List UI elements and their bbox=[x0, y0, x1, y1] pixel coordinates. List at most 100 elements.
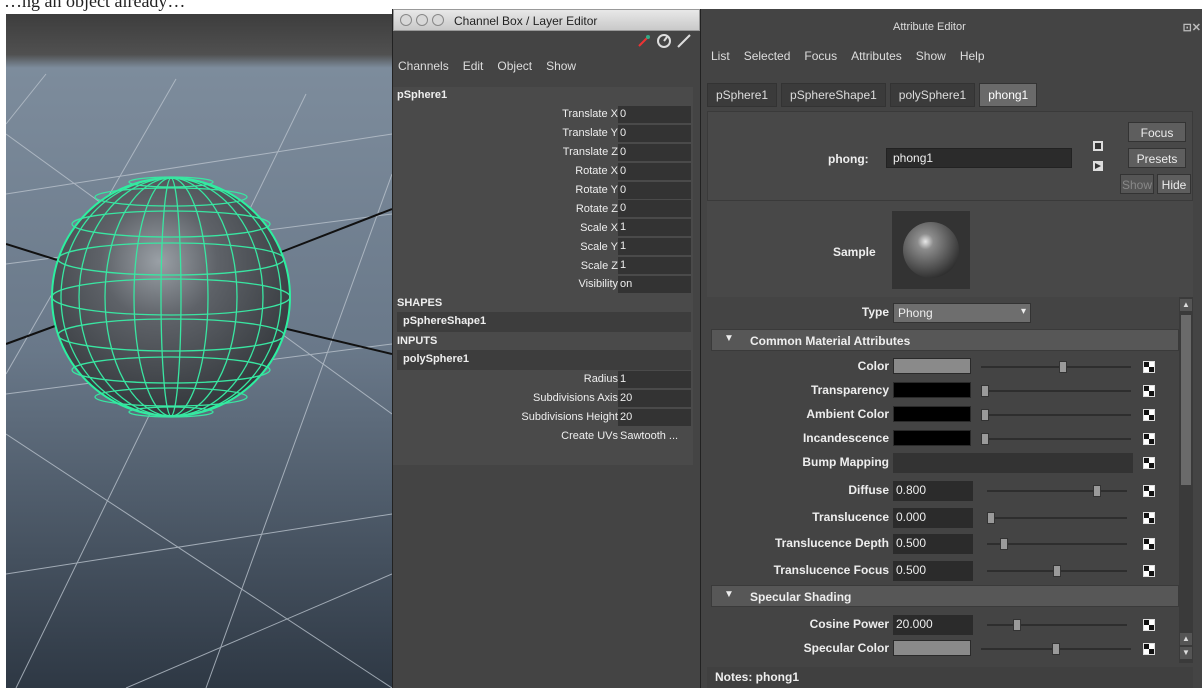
map-button-icon[interactable] bbox=[1143, 643, 1155, 655]
channel-row[interactable]: Radius 1 bbox=[393, 370, 693, 389]
channel-value[interactable]: 20 bbox=[618, 389, 691, 407]
attribute-slider[interactable] bbox=[987, 511, 1127, 524]
tab-phong1[interactable]: phong1 bbox=[979, 83, 1038, 107]
channel-box-titlebar[interactable]: Channel Box / Layer Editor bbox=[393, 9, 700, 31]
color-swatch[interactable] bbox=[893, 406, 971, 422]
channel-row[interactable]: Rotate X0 bbox=[393, 162, 693, 181]
tab-polysphere1[interactable]: polySphere1 bbox=[889, 83, 976, 107]
tab-psphereshape1[interactable]: pSphereShape1 bbox=[781, 83, 886, 107]
attribute-value-field[interactable]: 0.500 bbox=[893, 534, 973, 554]
attribute-editor-titlebar[interactable]: Attribute Editor ⊡✕ bbox=[701, 9, 1202, 39]
attribute-value-field[interactable]: 0.000 bbox=[893, 507, 973, 528]
attribute-slider[interactable] bbox=[987, 564, 1127, 577]
channel-row[interactable]: Scale Y1 bbox=[393, 237, 693, 256]
channel-value[interactable]: 0 bbox=[618, 181, 691, 199]
channel-value[interactable]: 1 bbox=[618, 238, 691, 256]
common-material-section[interactable]: ▼ Common Material Attributes bbox=[711, 329, 1179, 351]
attribute-value-field[interactable]: 0.500 bbox=[893, 560, 973, 581]
channel-row[interactable]: Scale X1 bbox=[393, 218, 693, 237]
menu-object[interactable]: Object bbox=[497, 59, 532, 73]
object-name[interactable]: pSphere1 bbox=[393, 87, 693, 105]
channel-row[interactable]: Translate Y0 bbox=[393, 124, 693, 143]
attribute-slider[interactable] bbox=[981, 409, 1131, 421]
channel-value[interactable]: 0 bbox=[618, 200, 691, 218]
attribute-slider[interactable] bbox=[981, 361, 1131, 373]
color-swatch[interactable] bbox=[893, 430, 971, 446]
cosine-power-field[interactable]: 20.000 bbox=[893, 615, 973, 635]
channel-value[interactable]: 1 bbox=[618, 257, 691, 275]
shape-node[interactable]: pSphereShape1 bbox=[397, 311, 691, 332]
channel-value[interactable]: 0 bbox=[618, 105, 691, 123]
map-button-icon[interactable] bbox=[1143, 564, 1155, 577]
menu-attributes[interactable]: Attributes bbox=[851, 49, 902, 63]
attribute-slider[interactable] bbox=[981, 385, 1131, 397]
collapse-arrow-icon[interactable]: ▼ bbox=[724, 589, 734, 600]
channel-row[interactable]: Translate Z0 bbox=[393, 143, 693, 162]
presets-button[interactable]: Presets bbox=[1128, 148, 1186, 168]
output-connection-icon[interactable] bbox=[1092, 160, 1104, 172]
slider-thumb[interactable] bbox=[1053, 564, 1061, 577]
specular-color-slider[interactable] bbox=[981, 643, 1131, 655]
scrollbar-thumb[interactable] bbox=[1181, 315, 1191, 485]
specular-color-swatch[interactable] bbox=[893, 640, 971, 656]
brush-icon[interactable] bbox=[676, 33, 692, 49]
minimize-window-button[interactable] bbox=[416, 14, 428, 26]
channel-value[interactable]: on bbox=[618, 275, 691, 293]
map-button-icon[interactable] bbox=[1143, 485, 1155, 497]
collapse-arrow-icon[interactable]: ▼ bbox=[724, 333, 734, 344]
scroll-up-icon[interactable]: ▲ bbox=[1180, 633, 1192, 645]
menu-show[interactable]: Show bbox=[916, 49, 946, 63]
slider-thumb[interactable] bbox=[981, 433, 989, 445]
channel-value[interactable]: 0 bbox=[618, 162, 691, 180]
attribute-slider[interactable] bbox=[987, 485, 1127, 497]
menu-help[interactable]: Help bbox=[960, 49, 985, 63]
menu-selected[interactable]: Selected bbox=[744, 49, 791, 63]
tab-psphere1[interactable]: pSphere1 bbox=[707, 83, 778, 107]
channel-row[interactable]: Subdivisions Axis 20 bbox=[393, 389, 693, 408]
menu-show[interactable]: Show bbox=[546, 59, 576, 73]
color-swatch[interactable] bbox=[893, 382, 971, 398]
channel-value[interactable]: 0 bbox=[618, 124, 691, 142]
bump-mapping-field[interactable] bbox=[893, 453, 1133, 473]
slider-thumb[interactable] bbox=[987, 511, 995, 524]
scroll-down-icon[interactable]: ▼ bbox=[1180, 647, 1192, 659]
slider-thumb[interactable] bbox=[981, 409, 989, 421]
menu-edit[interactable]: Edit bbox=[463, 59, 484, 73]
slider-thumb[interactable] bbox=[981, 385, 989, 397]
channel-value[interactable]: 20 bbox=[618, 408, 691, 426]
map-button-icon[interactable] bbox=[1143, 457, 1155, 469]
input-node[interactable]: polySphere1 bbox=[397, 349, 691, 370]
channel-value[interactable]: Sawtooth ... bbox=[618, 428, 691, 445]
show-button[interactable]: Show bbox=[1120, 174, 1154, 194]
map-button-icon[interactable] bbox=[1143, 538, 1155, 550]
slider-thumb[interactable] bbox=[1013, 619, 1022, 631]
zoom-window-button[interactable] bbox=[432, 14, 444, 26]
map-button-icon[interactable] bbox=[1143, 361, 1155, 373]
scroll-up-icon[interactable]: ▲ bbox=[1180, 299, 1192, 311]
close-icon[interactable]: ⊡✕ bbox=[1183, 21, 1201, 34]
map-button-icon[interactable] bbox=[1143, 409, 1155, 421]
lock-icon[interactable] bbox=[656, 33, 672, 49]
type-dropdown[interactable]: Phong ▾ bbox=[893, 303, 1031, 323]
input-connection-icon[interactable] bbox=[1092, 140, 1104, 152]
hide-button[interactable]: Hide bbox=[1157, 174, 1191, 194]
channel-row[interactable]: Subdivisions Height 20 bbox=[393, 408, 693, 427]
focus-button[interactable]: Focus bbox=[1128, 122, 1186, 142]
channel-row[interactable]: Scale Z1 bbox=[393, 256, 693, 275]
channel-row[interactable]: Rotate Y0 bbox=[393, 181, 693, 200]
channel-value[interactable]: 1 bbox=[618, 370, 691, 388]
channel-value[interactable]: 1 bbox=[618, 219, 691, 237]
menu-list[interactable]: List bbox=[711, 49, 730, 63]
map-button-icon[interactable] bbox=[1143, 385, 1155, 397]
map-button-icon[interactable] bbox=[1143, 511, 1155, 524]
cosine-power-slider[interactable] bbox=[987, 619, 1127, 631]
close-window-button[interactable] bbox=[400, 14, 412, 26]
channel-row[interactable]: Rotate Z0 bbox=[393, 199, 693, 218]
key-icon[interactable] bbox=[636, 33, 652, 49]
slider-thumb[interactable] bbox=[1000, 538, 1009, 550]
channel-value[interactable]: 0 bbox=[618, 143, 691, 161]
channel-row[interactable]: Translate X0 bbox=[393, 105, 693, 124]
color-swatch[interactable] bbox=[893, 358, 971, 374]
node-name-field[interactable]: phong1 bbox=[886, 148, 1072, 168]
menu-focus[interactable]: Focus bbox=[804, 49, 837, 63]
